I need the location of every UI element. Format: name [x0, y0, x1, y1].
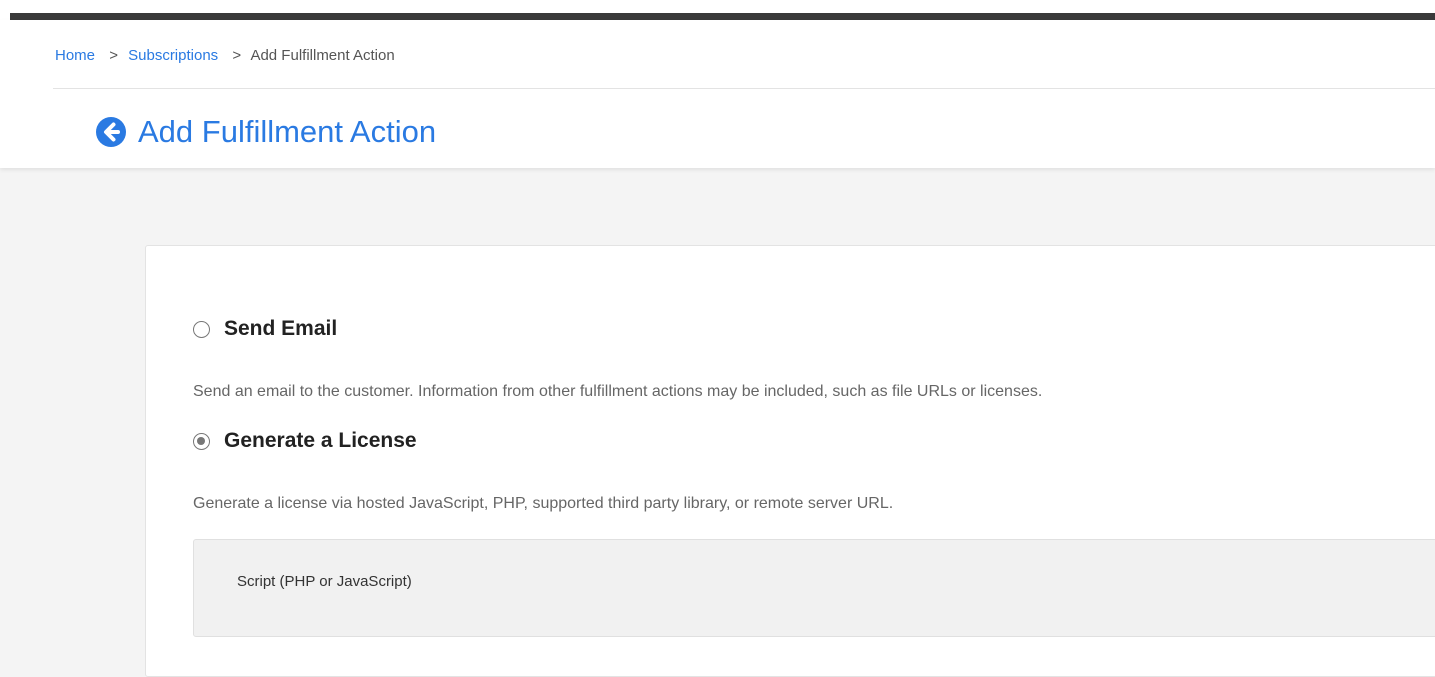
- generate-license-description: Generate a license via hosted JavaScript…: [193, 495, 894, 512]
- send-email-label[interactable]: Send Email: [224, 317, 337, 341]
- generate-license-label[interactable]: Generate a License: [224, 429, 417, 453]
- script-option-label[interactable]: Script (PHP or JavaScript): [237, 573, 412, 590]
- generate-license-radio[interactable]: [193, 432, 210, 450]
- breadcrumb-separator: >: [109, 47, 118, 64]
- page-title: Add Fulfillment Action: [138, 114, 437, 149]
- arrow-circle-left-icon[interactable]: [94, 115, 128, 149]
- license-script-option[interactable]: Script (PHP or JavaScript): [193, 539, 1435, 637]
- breadcrumb-separator: >: [232, 47, 242, 64]
- page-header: Home > Subscriptions > Add Fulfillment A…: [0, 20, 1435, 168]
- top-bar: [0, 0, 1435, 20]
- top-bar-strip: [10, 13, 1435, 20]
- header-divider: [53, 88, 1435, 89]
- breadcrumb-current: Add Fulfillment Action: [250, 47, 395, 64]
- send-email-description: Send an email to the customer. Informati…: [193, 383, 1043, 400]
- breadcrumb: Home > Subscriptions > Add Fulfillment A…: [55, 47, 395, 64]
- send-email-option[interactable]: Send Email: [193, 317, 337, 341]
- breadcrumb-home-link[interactable]: Home: [55, 47, 95, 64]
- breadcrumb-subscriptions-link[interactable]: Subscriptions: [128, 47, 218, 64]
- title-row: Add Fulfillment Action: [94, 114, 436, 150]
- send-email-radio[interactable]: [193, 320, 210, 338]
- generate-license-option[interactable]: Generate a License: [193, 429, 417, 453]
